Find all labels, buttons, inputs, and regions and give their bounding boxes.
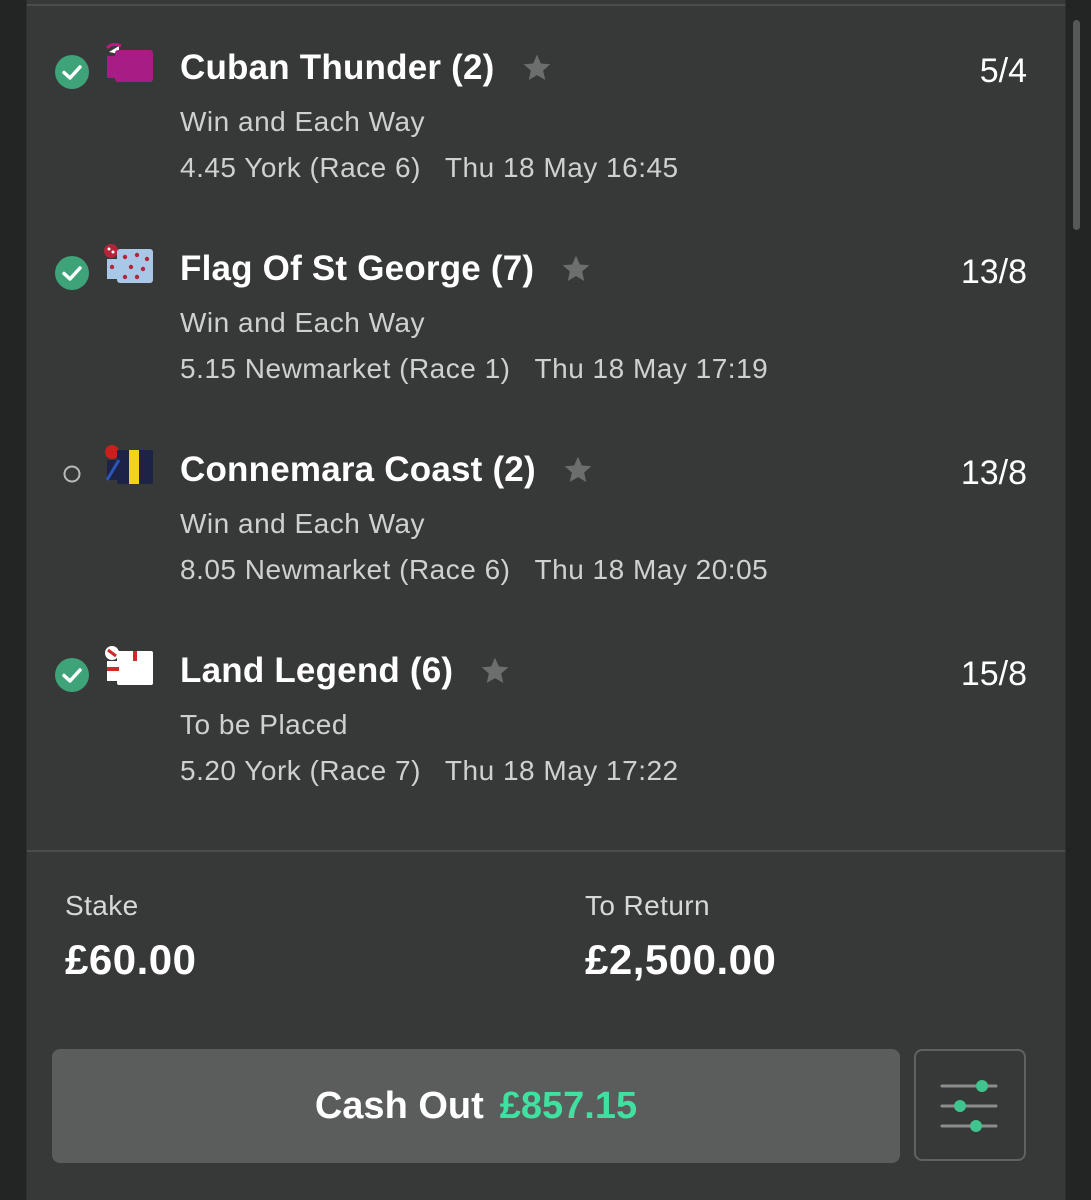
selection-row: Connemara Coast (2) 13/8 Win and Each Wa… <box>27 402 1065 602</box>
star-icon[interactable] <box>479 655 511 687</box>
selection-odds: 5/4 <box>979 52 1027 90</box>
stake-value: £60.00 <box>65 936 197 983</box>
selection-name-row: Flag Of St George (7) <box>180 249 592 289</box>
won-check-icon <box>55 55 89 89</box>
race-datetime: Thu 18 May 17:22 <box>444 755 679 786</box>
bet-card: Cuban Thunder (2) 5/4 Win and Each Way 4… <box>26 0 1066 1200</box>
selection-market: Win and Each Way <box>180 508 426 539</box>
selection-name-row: Connemara Coast (2) <box>180 450 594 490</box>
silks-white-red-icon <box>105 646 153 685</box>
race-datetime: Thu 18 May 20:05 <box>534 554 769 585</box>
selection-name: Land Legend (6) <box>180 651 454 690</box>
selection-name: Cuban Thunder (2) <box>180 48 495 87</box>
star-icon[interactable] <box>521 52 553 84</box>
won-check-icon <box>55 658 89 692</box>
pending-circle-icon <box>63 465 81 483</box>
race-name: 4.45 York (Race 6) <box>180 152 421 183</box>
won-check-icon <box>55 256 89 290</box>
selection-name: Connemara Coast (2) <box>180 450 536 489</box>
scrollbar[interactable] <box>1073 20 1080 230</box>
race-name: 5.15 Newmarket (Race 1) <box>180 353 511 384</box>
selection-race-info: 4.45 York (Race 6) Thu 18 May 16:45 <box>180 152 679 184</box>
cash-out-amount: £857.15 <box>499 1084 638 1127</box>
cash-out-label: Cash Out <box>314 1084 484 1127</box>
selection-race-info: 8.05 Newmarket (Race 6) Thu 18 May 20:05 <box>180 554 768 586</box>
race-name: 8.05 Newmarket (Race 6) <box>180 554 511 585</box>
cash-out-button[interactable]: Cash Out £857.15 <box>52 1049 900 1163</box>
race-datetime: Thu 18 May 16:45 <box>444 152 679 183</box>
selection-row: Cuban Thunder (2) 5/4 Win and Each Way 4… <box>27 0 1065 200</box>
silks-magenta-icon <box>105 42 153 82</box>
selection-race-info: 5.20 York (Race 7) Thu 18 May 17:22 <box>180 755 679 787</box>
selection-odds: 13/8 <box>960 454 1027 492</box>
sliders-icon <box>940 1080 998 1132</box>
selection-odds: 13/8 <box>960 253 1027 291</box>
selection-market: Win and Each Way <box>180 307 426 338</box>
cash-out-settings-button[interactable] <box>914 1049 1026 1161</box>
race-name: 5.20 York (Race 7) <box>180 755 421 786</box>
silks-navy-yellow-icon <box>105 445 153 484</box>
summary-divider <box>27 850 1065 852</box>
star-icon[interactable] <box>560 253 592 285</box>
star-icon[interactable] <box>562 454 594 486</box>
selection-odds: 15/8 <box>960 655 1027 693</box>
return-value: £2,500.00 <box>585 936 777 983</box>
selection-market: To be Placed <box>180 709 348 740</box>
silks-lightblue-spots-icon <box>104 244 153 283</box>
stake-label: Stake <box>65 890 139 921</box>
selection-market: Win and Each Way <box>180 106 426 137</box>
selection-name-row: Land Legend (6) <box>180 651 511 691</box>
return-label: To Return <box>585 890 710 921</box>
selection-row: Flag Of St George (7) 13/8 Win and Each … <box>27 201 1065 401</box>
race-datetime: Thu 18 May 17:19 <box>534 353 769 384</box>
selection-name-row: Cuban Thunder (2) <box>180 48 553 88</box>
selection-row: Land Legend (6) 15/8 To be Placed 5.20 Y… <box>27 603 1065 803</box>
selection-name: Flag Of St George (7) <box>180 249 535 288</box>
selection-race-info: 5.15 Newmarket (Race 1) Thu 18 May 17:19 <box>180 353 768 385</box>
